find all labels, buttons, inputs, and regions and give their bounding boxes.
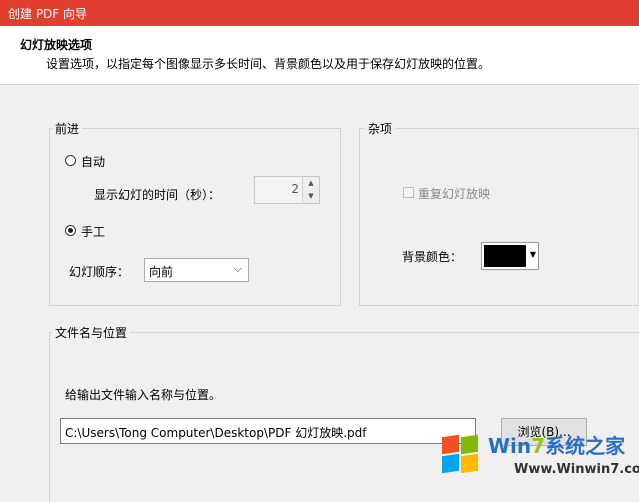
watermark-brand: Win7系统之家 (488, 434, 626, 458)
stepper-up-icon[interactable]: ▲ (303, 177, 319, 191)
chevron-down-icon: ⌵ (233, 262, 242, 275)
slide-order-select[interactable]: 向前 ⌵ (144, 258, 249, 282)
advance-group-label: 前进 (52, 120, 83, 137)
repeat-label: 重复幻灯放映 (418, 187, 491, 201)
file-path-value[interactable]: C:\Users\Tong Computer\Desktop\PDF 幻灯放映.… (65, 424, 366, 441)
stepper-buttons: ▲ ▼ (302, 177, 319, 203)
page-description: 设置选项，以指定每个图像显示多长时间、背景颜色以及用于保存幻灯放映的位置。 (46, 57, 491, 71)
color-swatch (484, 245, 526, 267)
window-title: 创建 PDF 向导 (8, 7, 88, 21)
duration-label: 显示幻灯的时间（秒）： (94, 188, 221, 202)
auto-radio[interactable] (65, 155, 76, 166)
page-header: 幻灯放映选项 设置选项，以指定每个图像显示多长时间、背景颜色以及用于保存幻灯放映… (0, 26, 639, 85)
manual-radio-label[interactable]: 手工 (81, 223, 105, 240)
title-bar: 创建 PDF 向导 (0, 0, 639, 26)
file-path-input[interactable]: C:\Users\Tong Computer\Desktop\PDF 幻灯放映.… (60, 418, 476, 444)
slide-order-label: 幻灯顺序： (69, 265, 130, 279)
watermark: Win7系统之家 Www.Winwin7.com (438, 426, 639, 484)
repeat-checkbox[interactable] (403, 187, 414, 198)
file-group-label: 文件名与位置 (52, 324, 131, 341)
duration-value[interactable]: 2 (291, 182, 299, 196)
auto-radio-label[interactable]: 自动 (81, 153, 105, 170)
watermark-url: Www.Winwin7.com (514, 462, 639, 477)
page-title: 幻灯放映选项 (20, 38, 93, 52)
background-color-picker[interactable]: ▼ (481, 242, 539, 270)
duration-stepper[interactable]: 2 ▲ ▼ (254, 176, 320, 204)
background-color-label: 背景颜色： (402, 250, 463, 264)
slide-order-value: 向前 (149, 265, 174, 279)
misc-group-label: 杂项 (365, 120, 396, 137)
dropdown-arrow-icon: ▼ (529, 250, 536, 259)
manual-radio[interactable] (65, 225, 76, 236)
stepper-down-icon[interactable]: ▼ (303, 190, 319, 203)
misc-group (359, 128, 639, 306)
file-instruction: 给输出文件输入名称与位置。 (65, 388, 222, 402)
windows-logo-icon (442, 434, 482, 476)
